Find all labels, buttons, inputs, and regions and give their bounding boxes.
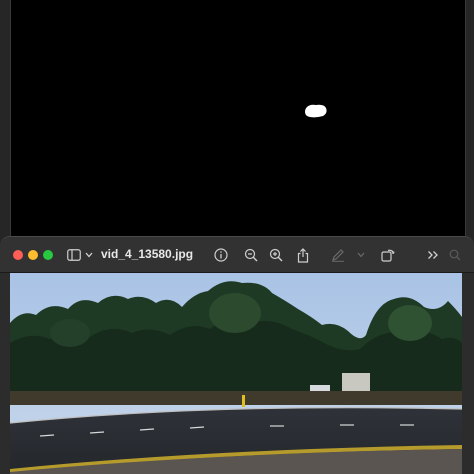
- double-chevron-right-icon[interactable]: [426, 246, 440, 264]
- chevron-down-icon[interactable]: [84, 246, 94, 264]
- zoom-in-icon[interactable]: [268, 246, 284, 264]
- maximize-button[interactable]: [43, 250, 53, 260]
- street-scene-photo: [10, 273, 462, 474]
- markup-chevron-icon[interactable]: [356, 246, 366, 264]
- info-icon[interactable]: [213, 246, 229, 264]
- title-bar[interactable]: vid_4_13580.jpg: [0, 237, 474, 273]
- pencil-icon[interactable]: [330, 246, 346, 264]
- image-view[interactable]: [10, 273, 462, 474]
- desktop: vid_4_13580.jpg: [0, 0, 474, 474]
- search-icon[interactable]: [448, 246, 462, 264]
- share-icon[interactable]: [295, 246, 311, 264]
- mask-image-window: [10, 0, 466, 236]
- mask-blob: [305, 104, 327, 118]
- zoom-out-icon[interactable]: [243, 246, 259, 264]
- sidebar-icon[interactable]: [66, 246, 82, 264]
- close-button[interactable]: [13, 250, 23, 260]
- window-title: vid_4_13580.jpg: [101, 247, 194, 261]
- minimize-button[interactable]: [28, 250, 38, 260]
- rotate-icon[interactable]: [380, 246, 396, 264]
- preview-window: vid_4_13580.jpg: [0, 236, 474, 474]
